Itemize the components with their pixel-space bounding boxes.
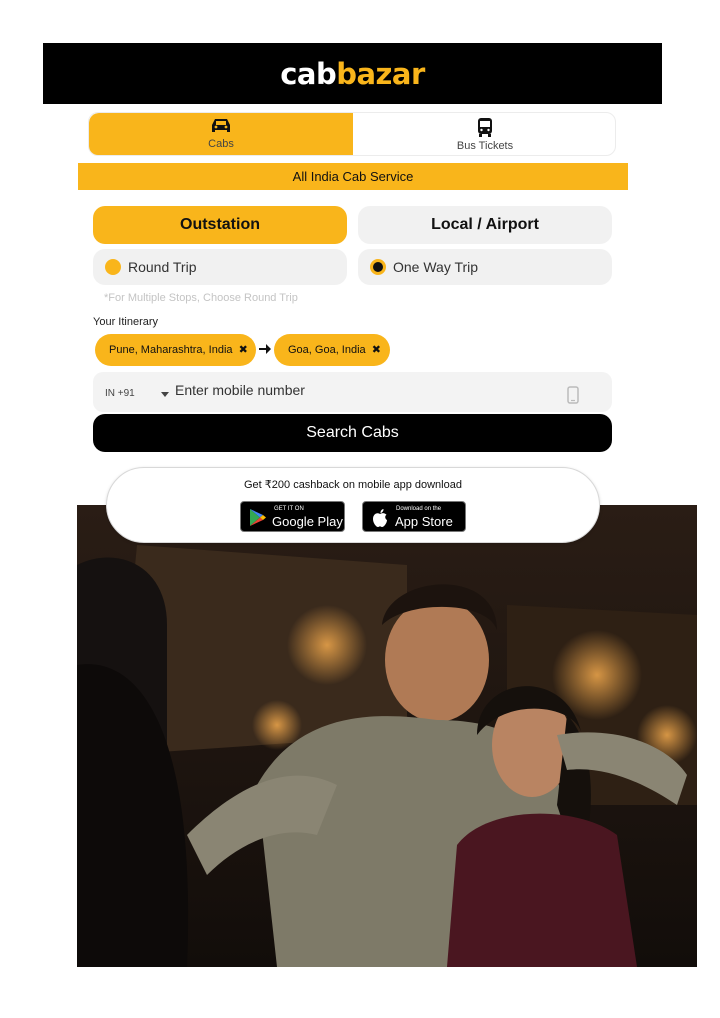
hero-image: [77, 505, 697, 967]
cabbazar-logo[interactable]: cabbazar: [43, 57, 662, 91]
service-tabs: Cabs Bus Tickets: [88, 112, 616, 156]
car-icon: [212, 119, 230, 132]
app-store-big-text: App Store: [395, 514, 453, 529]
logo-part-bazar: bazar: [336, 57, 425, 91]
app-download-promo: Get ₹200 cashback on mobile app download…: [106, 467, 600, 543]
destination-chip[interactable]: Goa, Goa, India ✖: [274, 334, 390, 366]
search-cabs-button[interactable]: Search Cabs: [93, 414, 612, 452]
round-trip-option[interactable]: Round Trip: [93, 249, 347, 285]
app-store-button[interactable]: Download on the App Store: [362, 501, 466, 532]
bus-icon: [478, 118, 492, 137]
phone-icon: [567, 386, 579, 404]
service-banner: All India Cab Service: [78, 163, 628, 190]
mobile-number-field: IN +91: [93, 372, 612, 412]
remove-destination-icon[interactable]: ✖: [372, 344, 381, 356]
one-way-trip-option[interactable]: One Way Trip: [358, 249, 612, 285]
origin-chip[interactable]: Pune, Maharashtra, India ✖: [95, 334, 256, 366]
tab-bus-tickets-label: Bus Tickets: [456, 140, 514, 152]
multiple-stops-note: *For Multiple Stops, Choose Round Trip: [104, 292, 298, 304]
one-way-trip-label: One Way Trip: [393, 259, 479, 275]
arrow-right-icon: [259, 344, 271, 354]
remove-origin-icon[interactable]: ✖: [239, 344, 248, 356]
round-trip-radio[interactable]: [105, 259, 121, 275]
google-play-button[interactable]: GET IT ON Google Play: [240, 501, 345, 532]
logo-part-cab: cab: [280, 57, 337, 91]
cashback-text: Get ₹200 cashback on mobile app download: [244, 479, 462, 491]
apple-icon: [373, 509, 387, 527]
local-airport-button[interactable]: Local / Airport: [358, 206, 612, 244]
itinerary-label: Your Itinerary: [93, 316, 159, 328]
chevron-down-icon[interactable]: [161, 392, 169, 397]
country-code-select[interactable]: IN +91: [105, 388, 135, 399]
couple-in-cab-photo: [77, 505, 697, 967]
origin-text: Pune, Maharashtra, India: [109, 344, 233, 356]
app-store-small-text: Download on the: [396, 506, 442, 512]
google-play-small-text: GET IT ON: [274, 506, 304, 512]
one-way-trip-radio[interactable]: [370, 259, 386, 275]
outstation-button[interactable]: Outstation: [93, 206, 347, 244]
app-header: cabbazar: [43, 43, 662, 104]
mobile-number-input[interactable]: [175, 380, 555, 400]
tab-bus-tickets[interactable]: Bus Tickets: [353, 113, 615, 155]
google-play-icon: [250, 509, 266, 526]
tab-cabs[interactable]: Cabs: [89, 113, 353, 155]
destination-text: Goa, Goa, India: [288, 344, 366, 356]
google-play-big-text: Google Play: [272, 514, 343, 529]
round-trip-label: Round Trip: [128, 259, 197, 275]
tab-cabs-label: Cabs: [208, 138, 234, 150]
